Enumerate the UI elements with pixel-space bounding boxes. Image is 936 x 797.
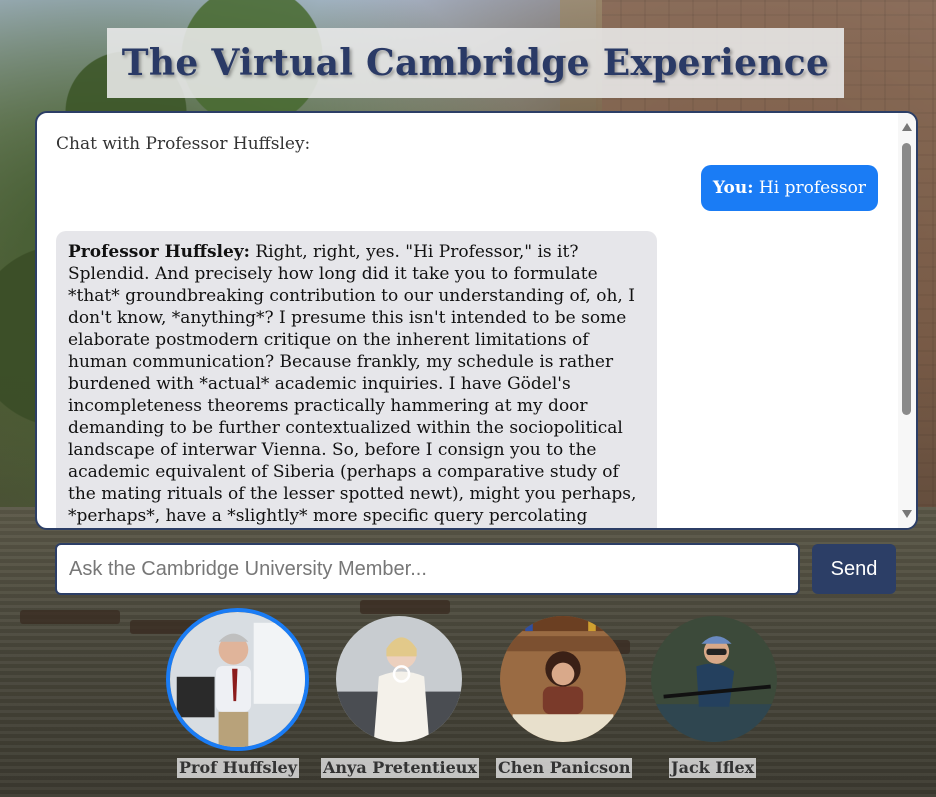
- scrollbar-thumb[interactable]: [902, 143, 911, 415]
- chat-input[interactable]: [55, 543, 800, 595]
- avatar-chen-panicson[interactable]: [500, 616, 626, 742]
- jack-portrait-icon: [651, 616, 777, 742]
- professor-portrait-icon: [170, 612, 305, 747]
- character-name-anya-pretentieux[interactable]: Anya Pretentieux: [321, 758, 479, 778]
- avatar-jack-iflex[interactable]: [651, 616, 777, 742]
- chat-history[interactable]: Chat with Professor Huffsley: You: Hi pr…: [37, 113, 898, 528]
- background-punt: [20, 610, 120, 624]
- scroll-down-arrow-icon[interactable]: [902, 510, 912, 518]
- bot-message: Professor Huffsley: Right, right, yes. "…: [56, 231, 657, 528]
- chat-scrollbar[interactable]: [898, 113, 916, 528]
- page-title: The Virtual Cambridge Experience: [121, 42, 830, 84]
- title-banner: The Virtual Cambridge Experience: [107, 28, 844, 98]
- character-name-chen-panicson[interactable]: Chen Panicson: [496, 758, 633, 778]
- user-message: You: Hi professor: [700, 165, 878, 211]
- chen-portrait-icon: [500, 616, 626, 742]
- character-name-prof-huffsley[interactable]: Prof Huffsley: [177, 758, 300, 778]
- character-name-jack-iflex[interactable]: Jack Iflex: [669, 758, 757, 778]
- send-button[interactable]: Send: [812, 544, 896, 594]
- avatar-prof-huffsley[interactable]: [166, 608, 309, 751]
- avatar-anya-pretentieux[interactable]: [336, 616, 462, 742]
- anya-portrait-icon: [336, 616, 462, 742]
- background-punt: [360, 600, 450, 614]
- user-message-text: Hi professor: [753, 178, 866, 198]
- user-message-row: You: Hi professor: [56, 165, 878, 211]
- user-speaker-label: You:: [712, 178, 754, 198]
- bot-message-text: Right, right, yes. "Hi Professor," is it…: [68, 242, 637, 526]
- chat-header: Chat with Professor Huffsley:: [56, 134, 311, 154]
- chat-panel[interactable]: Chat with Professor Huffsley: You: Hi pr…: [35, 111, 918, 530]
- bot-speaker-label: Professor Huffsley:: [68, 242, 250, 262]
- scroll-up-arrow-icon[interactable]: [902, 123, 912, 131]
